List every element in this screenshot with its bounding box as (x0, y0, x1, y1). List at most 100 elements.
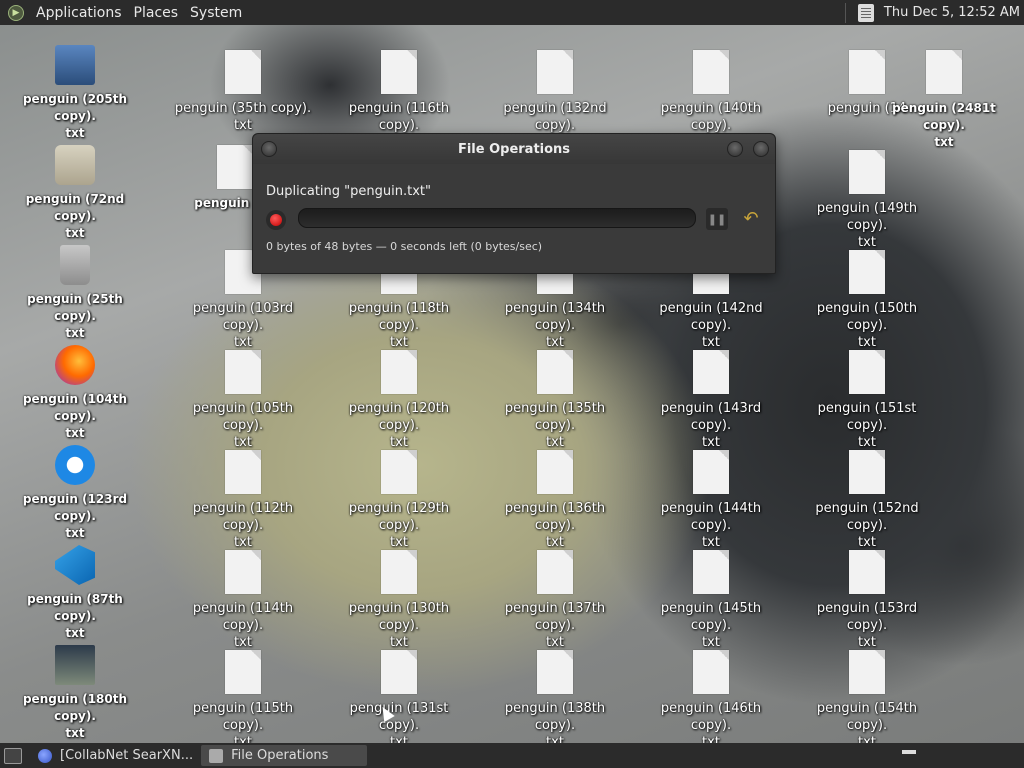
desktop-icon-file[interactable]: penguin (146th copy). txt (641, 650, 781, 743)
desktop-icon-file[interactable]: penguin (136th copy). txt (485, 450, 625, 551)
desktop-icon-file[interactable]: penguin (120th copy). txt (329, 350, 469, 451)
top-panel: ▶ Applications Places System Thu Dec 5, … (0, 0, 1024, 25)
progress-detail: 0 bytes of 48 bytes — 0 seconds left (0 … (266, 240, 543, 253)
desktop-icon-firefox[interactable]: penguin (104th copy). txt (5, 345, 145, 442)
show-desktop-icon[interactable] (4, 747, 22, 764)
taskbar-item-file-operations[interactable]: File Operations (201, 745, 368, 766)
desktop-icon-chromium[interactable]: penguin (123rd copy). txt (5, 445, 145, 542)
desktop-icon-file[interactable]: penguin (138th copy). txt (485, 650, 625, 743)
text-file-icon (225, 550, 261, 594)
desktop-icon-label: penguin (25th copy). txt (27, 292, 123, 340)
desktop-icon-label: penguin (145th copy). txt (660, 601, 762, 650)
computer-icon (55, 45, 95, 85)
desktop-icon-file[interactable]: penguin (130th copy). txt (329, 550, 469, 651)
calendar-icon[interactable] (857, 3, 874, 22)
desktop-icon-label: penguin (118th copy). txt (348, 301, 450, 350)
text-file-icon (225, 650, 261, 694)
desktop-icon-photo[interactable]: penguin (180th copy). txt (5, 645, 145, 742)
text-file-icon (537, 650, 573, 694)
desktop-icon-label: penguin (103rd copy). txt (192, 301, 294, 350)
desktop-icon-label: penguin (154th copy). txt (816, 701, 918, 743)
taskbar-item-browser[interactable]: [CollabNet SearXN... (30, 745, 201, 766)
distro-logo-icon[interactable]: ▶ (8, 4, 24, 21)
desktop-icon-label: penguin (138th copy). txt (504, 701, 606, 743)
desktop-icon-label: penguin (120th copy). txt (348, 401, 450, 450)
desktop-icon-label: penguin (130th copy). txt (348, 601, 450, 650)
desktop-icon-file[interactable]: penguin (137th copy). txt (485, 550, 625, 651)
desktop-icon-file[interactable]: penguin (2481t copy). txt (874, 50, 1014, 151)
desktop-icon-file[interactable]: penguin (115th copy). txt (173, 650, 313, 743)
trash-icon (60, 245, 90, 285)
chromium-icon (55, 445, 95, 485)
firefox-icon (55, 345, 95, 385)
desktop-icon-file[interactable]: penguin (105th copy). txt (173, 350, 313, 451)
home-folder-icon (55, 145, 95, 185)
workspace-switcher[interactable] (902, 749, 916, 754)
vscode-icon (55, 545, 95, 585)
desktop-icon-label: penguin (151st copy). txt (817, 401, 917, 450)
desktop-icon-label: penguin (104th copy). txt (22, 392, 128, 440)
desktop-icon-file[interactable]: penguin (129th copy). txt (329, 450, 469, 551)
text-file-icon (537, 550, 573, 594)
text-file-icon (537, 350, 573, 394)
desktop-icon-label: penguin (136th copy). txt (504, 501, 606, 550)
text-file-icon (217, 145, 253, 189)
desktop-icon-label: penguin (35th copy). txt (174, 101, 312, 133)
clock[interactable]: Thu Dec 5, 12:52 AM (884, 5, 1020, 20)
desktop-icon-label: penguin (143rd copy). txt (660, 401, 762, 450)
minimize-icon[interactable] (727, 141, 743, 157)
text-file-icon (926, 50, 962, 94)
desktop-icon-file[interactable]: penguin (143rd copy). txt (641, 350, 781, 451)
dialog-title: File Operations (457, 141, 571, 157)
desktop-icon-label: penguin (142nd copy). txt (659, 301, 763, 350)
desktop-icon-label: penguin (137th copy). txt (504, 601, 606, 650)
desktop-icon-label: penguin (2481t copy). txt (892, 101, 996, 149)
undo-icon[interactable]: ↶ (739, 208, 763, 230)
text-file-icon (381, 350, 417, 394)
desktop-icon-trash[interactable]: penguin (25th copy). txt (5, 245, 145, 342)
text-file-icon (693, 50, 729, 94)
pause-icon[interactable]: ❚❚ (706, 208, 728, 230)
text-file-icon (849, 350, 885, 394)
menu-places[interactable]: Places (128, 5, 185, 21)
desktop-icon-file[interactable]: penguin (149th copy). txt (797, 150, 937, 251)
bottom-panel: [CollabNet SearXN... File Operations (0, 743, 1024, 768)
desktop-icon-home[interactable]: penguin (72nd copy). txt (5, 145, 145, 242)
stop-icon[interactable] (266, 210, 286, 230)
text-file-icon (225, 450, 261, 494)
photo-icon (55, 645, 95, 685)
desktop-icon-file[interactable]: penguin (144th copy). txt (641, 450, 781, 551)
text-file-icon (537, 450, 573, 494)
desktop-icon-label: penguin (87th copy). txt (27, 592, 123, 640)
desktop-icon-label: penguin (112th copy). txt (192, 501, 294, 550)
dialog-titlebar[interactable]: File Operations (253, 134, 775, 164)
desktop-icon-file[interactable]: penguin (135th copy). txt (485, 350, 625, 451)
desktop-icon-file[interactable]: penguin (35th copy). txt (173, 50, 313, 134)
desktop-icon-file[interactable]: penguin (151st copy). txt (797, 350, 937, 451)
text-file-icon (381, 450, 417, 494)
desktop-icon-file[interactable]: penguin (150th copy). txt (797, 250, 937, 351)
desktop-icon-vscode[interactable]: penguin (87th copy). txt (5, 545, 145, 642)
desktop-icon-file[interactable]: penguin (131st copy). txt (329, 650, 469, 743)
menu-applications[interactable]: Applications (30, 5, 128, 21)
desktop-icon-label: penguin (105th copy). txt (192, 401, 294, 450)
desktop-icon-file[interactable]: penguin (145th copy). txt (641, 550, 781, 651)
progress-bar (298, 208, 696, 228)
desktop-icon-file[interactable]: penguin (152nd copy). txt (797, 450, 937, 551)
desktop-icon-label: penguin (72nd copy). txt (25, 192, 125, 240)
desktop-icon-file[interactable]: penguin (112th copy). txt (173, 450, 313, 551)
text-file-icon (849, 650, 885, 694)
desktop-icon-file[interactable]: penguin (114th copy). txt (173, 550, 313, 651)
desktop-icon-file[interactable]: penguin (154th copy). txt (797, 650, 937, 743)
window-menu-icon[interactable] (261, 141, 277, 157)
desktop-icon-computer[interactable]: penguin (205th copy). txt (5, 45, 145, 142)
operation-status: Duplicating "penguin.txt" (266, 184, 431, 199)
text-file-icon (693, 550, 729, 594)
text-file-icon (381, 50, 417, 94)
close-icon[interactable] (753, 141, 769, 157)
file-operations-icon (209, 748, 224, 763)
menu-system[interactable]: System (184, 5, 248, 21)
desktop-icon-file[interactable]: penguin (153rd copy). txt (797, 550, 937, 651)
file-operations-dialog[interactable]: File Operations Duplicating "penguin.txt… (252, 133, 776, 274)
desktop-icon-label: penguin (135th copy). txt (504, 401, 606, 450)
